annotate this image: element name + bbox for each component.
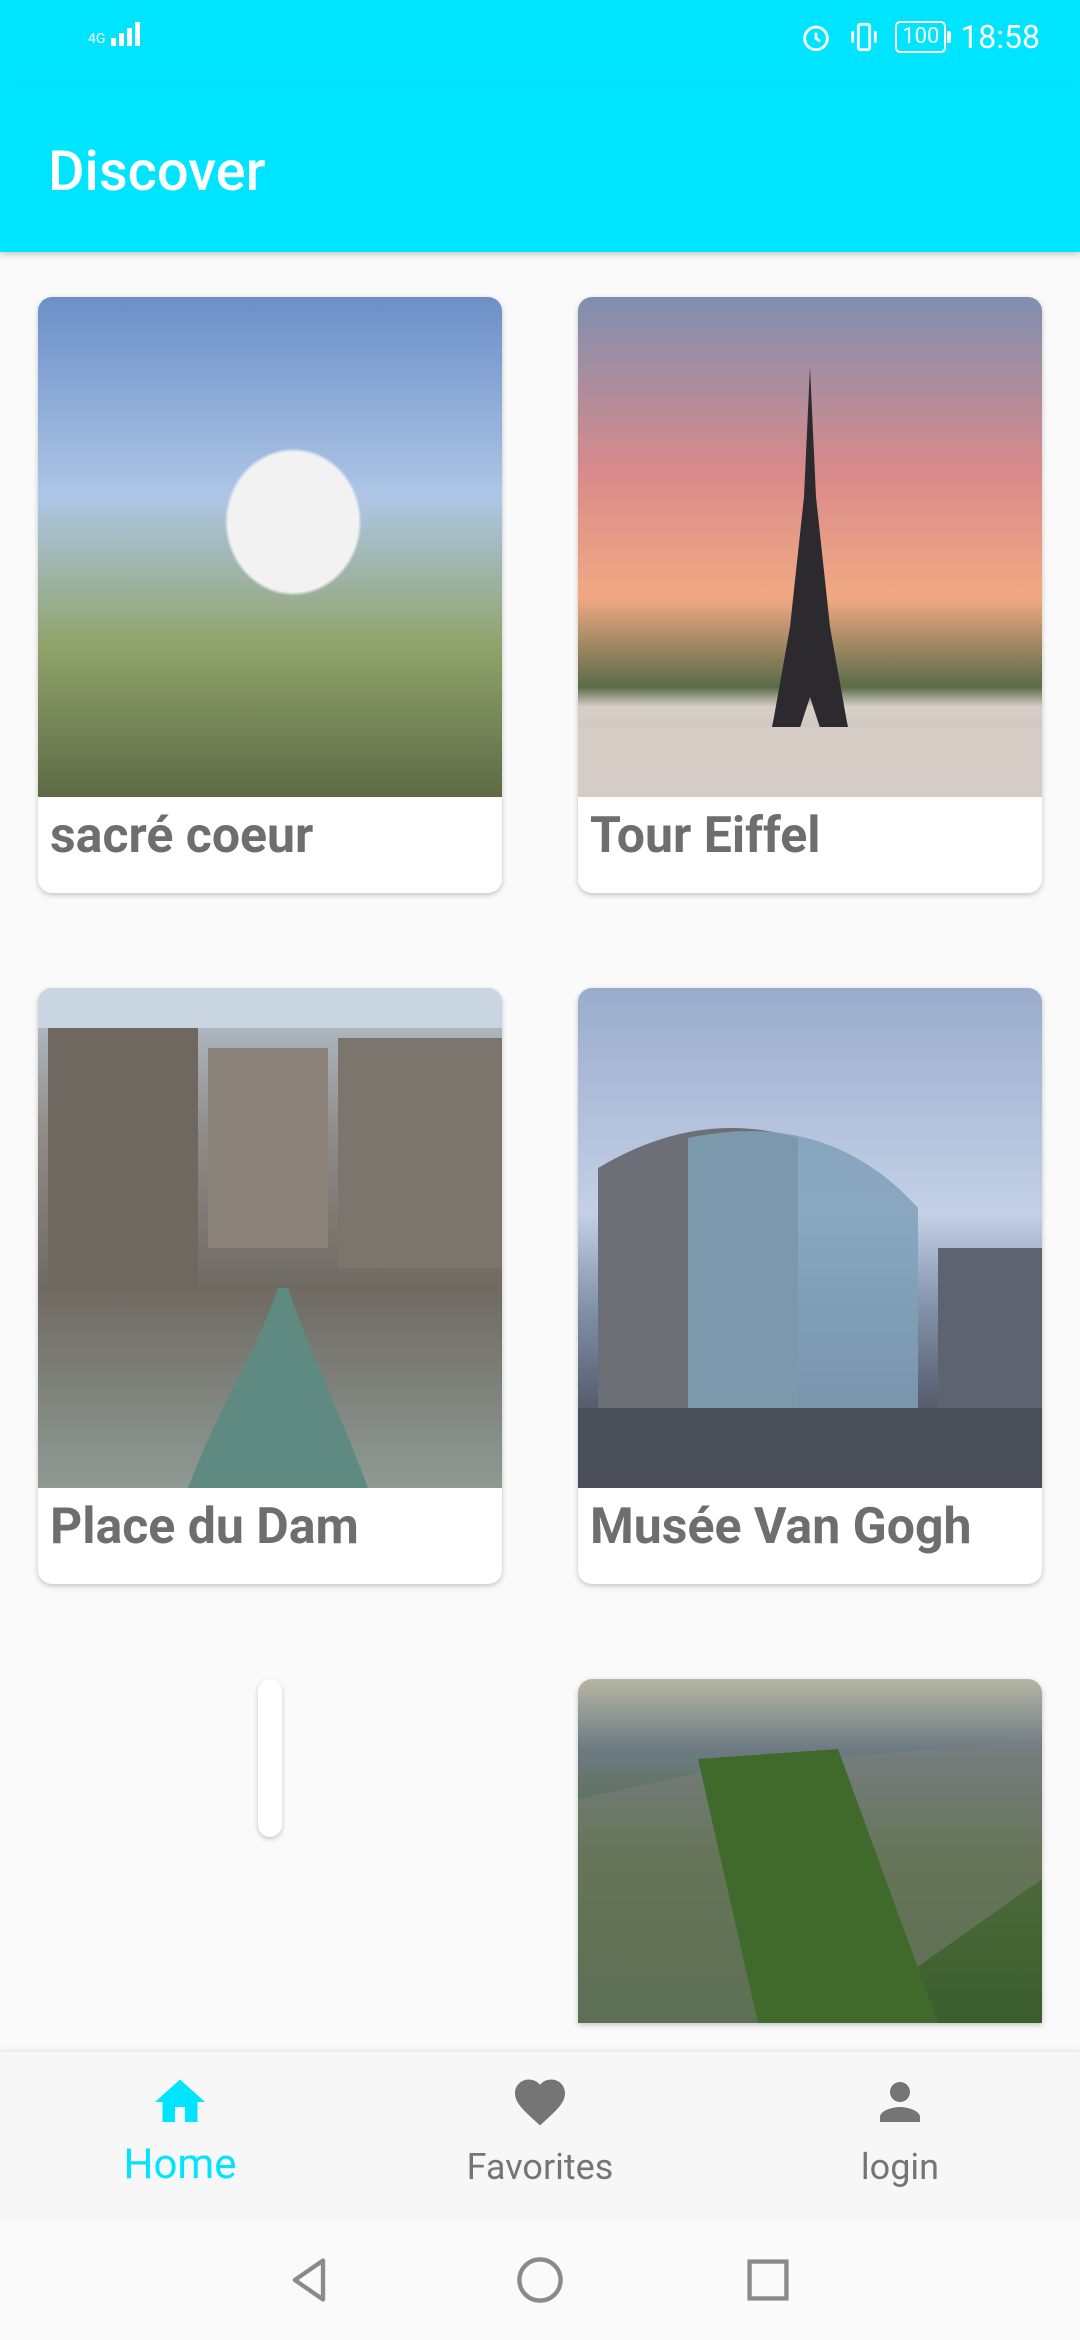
nav-favorites[interactable]: Favorites [420, 2072, 660, 2188]
person-icon [880, 2082, 920, 2122]
heart-icon [515, 2079, 565, 2126]
signal-bars-icon [111, 22, 141, 46]
place-title: Tour Eiffel [590, 807, 821, 865]
place-card-sacre-coeur[interactable]: sacré coeur [38, 297, 502, 893]
nav-home[interactable]: Home [60, 2072, 300, 2189]
place-card-central-park[interactable] [578, 1679, 1042, 2023]
back-icon[interactable] [284, 2254, 336, 2306]
nav-favorites-label: Favorites [466, 2146, 614, 2188]
alarm-icon [803, 25, 829, 52]
place-title: sacré coeur [50, 807, 314, 865]
recent-apps-icon[interactable] [742, 2254, 794, 2306]
place-card-tour-eiffel[interactable]: Tour Eiffel [578, 297, 1042, 893]
page-title: Discover [48, 138, 266, 204]
clock: 18:58 [960, 18, 1040, 56]
place-image [578, 988, 1042, 1488]
home-icon [155, 2079, 205, 2122]
network-type: 4G [88, 31, 106, 47]
place-card-musee-van-gogh[interactable]: Musée Van Gogh [578, 988, 1042, 1584]
place-title: Musée Van Gogh [590, 1498, 972, 1556]
bottom-navigation: Home Favorites login [0, 2052, 1080, 2220]
nav-login[interactable]: login [780, 2072, 1020, 2188]
signal-indicator: 4G [88, 22, 141, 47]
nav-home-label: Home [123, 2140, 237, 2189]
vibrate-icon [851, 22, 877, 52]
place-title: Place du Dam [50, 1498, 359, 1556]
loading-card [258, 1679, 282, 1837]
nav-login-label: login [860, 2146, 940, 2188]
place-image [38, 297, 502, 797]
battery-icon: 100 [895, 21, 952, 53]
place-image [578, 297, 1042, 797]
place-image [38, 988, 502, 1488]
system-navigation-bar [0, 2220, 1080, 2340]
place-card-place-du-dam[interactable]: Place du Dam [38, 988, 502, 1584]
app-bar: Discover [0, 84, 1080, 252]
status-bar: 4G 100 18:58 [0, 0, 1080, 84]
place-image [578, 1679, 1042, 2023]
home-circle-icon[interactable] [514, 2254, 566, 2306]
